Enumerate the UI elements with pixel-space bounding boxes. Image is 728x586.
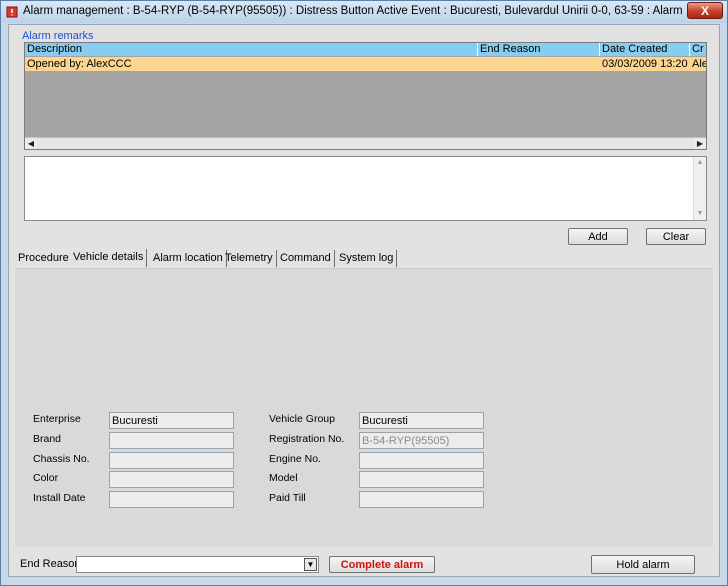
paid-till-label: Paid Till [269, 492, 306, 504]
tab-procedure[interactable]: Procedure [15, 250, 73, 267]
scroll-up-icon[interactable]: ▲ [694, 157, 706, 169]
window-client-area: Alarm remarks Description End Reason Dat… [8, 24, 720, 577]
vertical-scrollbar[interactable]: ▲ ▼ [693, 157, 706, 220]
brand-field[interactable] [109, 432, 234, 449]
cell-end-reason [478, 57, 602, 71]
chassis-no-label: Chassis No. [33, 453, 90, 465]
tab-system-log[interactable]: System log [336, 250, 398, 267]
tab-telemetry[interactable]: Telemetry [222, 250, 277, 267]
footer-bar: End Reason: ▼ Complete alarm Hold alarm [9, 552, 719, 576]
column-header-date-created[interactable]: Date Created [600, 43, 690, 56]
tab-command[interactable]: Command [277, 250, 335, 267]
end-reason-label: End Reason: [20, 558, 84, 570]
close-button[interactable]: X [687, 2, 723, 19]
brand-label: Brand [33, 433, 62, 445]
scroll-left-icon[interactable]: ◀ [25, 138, 37, 149]
registration-no-field[interactable]: B-54-RYP(95505) [359, 432, 484, 449]
chevron-down-icon[interactable]: ▼ [304, 558, 317, 571]
grid-header: Description End Reason Date Created Cr [25, 43, 706, 56]
column-header-created-by[interactable]: Cr [690, 43, 706, 56]
vehicle-group-label: Vehicle Group [269, 413, 335, 425]
complete-alarm-button[interactable]: Complete alarm [329, 556, 435, 573]
add-button[interactable]: Add [568, 228, 628, 245]
column-header-description[interactable]: Description [25, 43, 478, 56]
close-icon: X [700, 4, 709, 18]
alarm-app-icon [6, 6, 18, 18]
engine-no-field[interactable] [359, 452, 484, 469]
cell-date-created: 03/03/2009 13:20 [602, 58, 688, 70]
remark-text-area[interactable]: ▲ ▼ [24, 156, 707, 221]
install-date-field[interactable] [109, 491, 234, 508]
model-label: Model [269, 472, 298, 484]
color-label: Color [33, 472, 59, 484]
column-header-end-reason[interactable]: End Reason [478, 43, 600, 56]
alarm-remarks-label: Alarm remarks [22, 30, 94, 42]
cell-description: Opened by: AlexCCC [27, 58, 132, 70]
model-field[interactable] [359, 471, 484, 488]
install-date-label: Install Date [33, 492, 86, 504]
chassis-no-field[interactable] [109, 452, 234, 469]
cell-created-by: Ale [692, 58, 707, 70]
paid-till-field[interactable] [359, 491, 484, 508]
end-reason-select[interactable]: ▼ [76, 556, 319, 573]
enterprise-label: Enterprise [33, 413, 81, 425]
vehicle-group-field[interactable]: Bucuresti [359, 412, 484, 429]
alarm-remarks-grid[interactable]: Description End Reason Date Created Cr O… [24, 42, 707, 150]
enterprise-field[interactable]: Bucuresti [109, 412, 234, 429]
engine-no-label: Engine No. [269, 453, 321, 465]
vehicle-details-panel: Enterprise Bucuresti Brand Chassis No. C… [15, 268, 713, 547]
hold-alarm-button[interactable]: Hold alarm [591, 555, 695, 574]
registration-no-label: Registration No. [269, 433, 345, 445]
clear-button[interactable]: Clear [646, 228, 706, 245]
scroll-down-icon[interactable]: ▼ [694, 208, 706, 220]
table-row[interactable]: Opened by: AlexCCC 03/03/2009 13:20 Ale [25, 57, 707, 71]
window-title: Alarm management : B-54-RYP (B-54-RYP(95… [23, 5, 685, 17]
alarm-management-window: Alarm management : B-54-RYP (B-54-RYP(95… [0, 0, 728, 586]
scroll-right-icon[interactable]: ▶ [694, 138, 706, 149]
horizontal-scrollbar[interactable]: ◀ ▶ [25, 137, 706, 149]
color-field[interactable] [109, 471, 234, 488]
title-bar[interactable]: Alarm management : B-54-RYP (B-54-RYP(95… [1, 1, 727, 23]
tab-vehicle-details[interactable]: Vehicle details [70, 249, 148, 267]
tab-alarm-location[interactable]: Alarm location [150, 250, 227, 267]
